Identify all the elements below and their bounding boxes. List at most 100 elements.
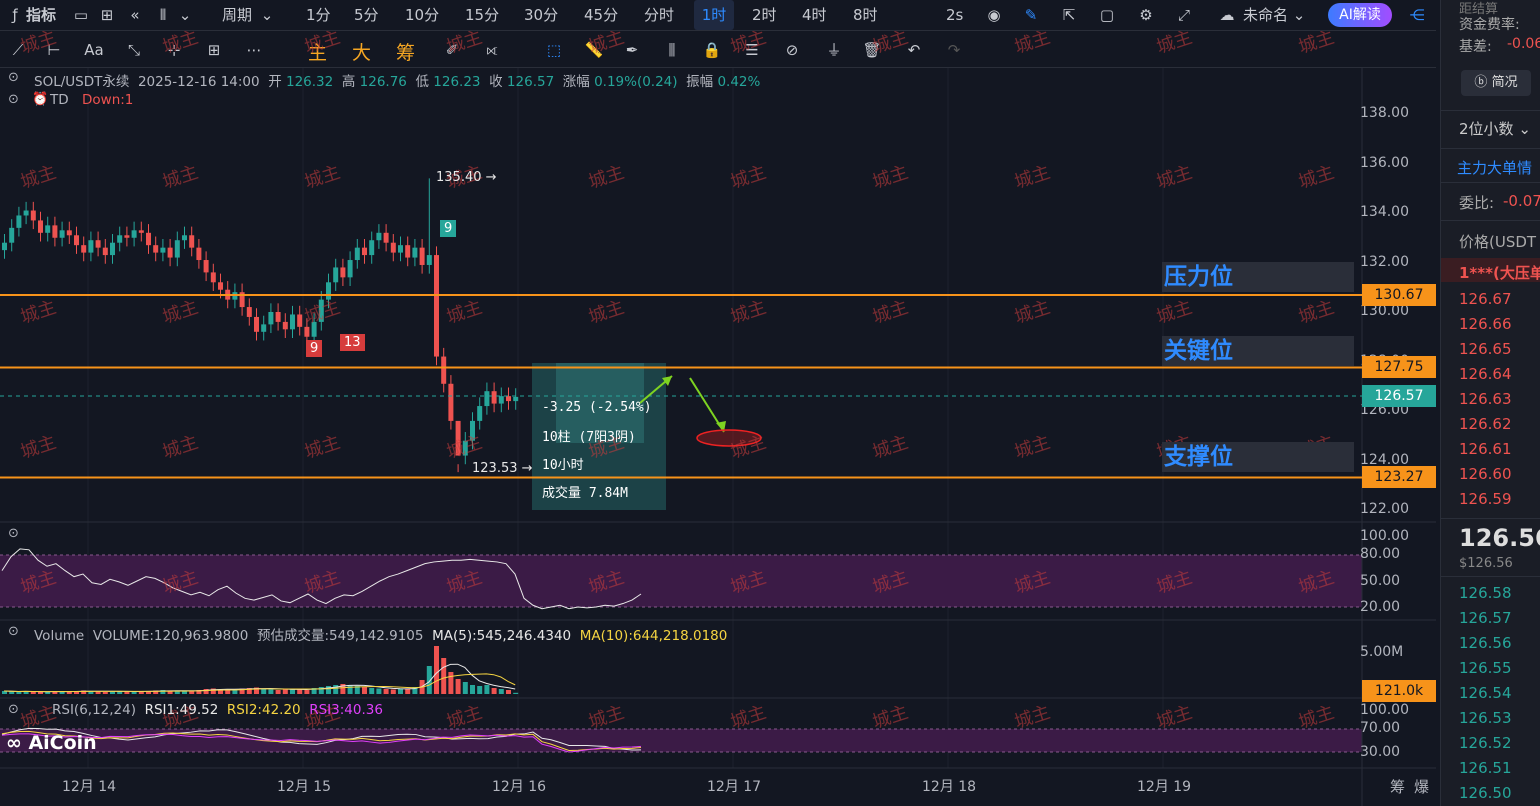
text-tool-icon[interactable]: Aa (84, 40, 104, 60)
candle-body (95, 240, 101, 248)
indicators-button[interactable]: 指标 (26, 0, 56, 30)
liquidation-button[interactable]: 爆 (1414, 776, 1429, 797)
candle-body (333, 267, 339, 283)
interval-1m[interactable]: 1分 (306, 0, 331, 30)
interval-1h[interactable]: 1时 (694, 0, 734, 30)
pencil-icon[interactable]: ✎ (1022, 6, 1040, 24)
volume-bar (455, 679, 461, 694)
plus-box-icon[interactable]: ⊞ (204, 40, 224, 60)
big-order-toggle[interactable]: 大 (352, 38, 371, 65)
ask-price[interactable]: 126.64 (1459, 365, 1512, 383)
collapse-icon[interactable]: ⊙ (8, 70, 19, 85)
candle-body (318, 299, 324, 322)
chip-button[interactable]: 筹 (1390, 776, 1405, 797)
brief-button[interactable]: ⓑ 简况 (1461, 70, 1531, 96)
settings-icon[interactable]: ⚙ (1137, 6, 1155, 24)
interval-45m[interactable]: 45分 (584, 0, 618, 30)
candle-body (376, 232, 382, 241)
ask-price[interactable]: 126.66 (1459, 315, 1512, 333)
chart-type-icon[interactable]: ⫴ (154, 6, 172, 24)
interval-15m[interactable]: 15分 (465, 0, 499, 30)
volume-bar (138, 691, 144, 694)
more-icon[interactable]: ⋯ (244, 40, 264, 60)
rewind-icon[interactable]: « (126, 6, 144, 24)
magnet-icon[interactable]: ⊘ (782, 40, 802, 60)
undo-icon[interactable]: ↶ (904, 40, 924, 60)
bid-price[interactable]: 126.55 (1459, 659, 1512, 677)
ask-price[interactable]: 126.63 (1459, 390, 1512, 408)
big-order-tab[interactable]: 主力大单情 (1457, 157, 1532, 178)
chip-toggle[interactable]: 筹 (396, 38, 415, 65)
candle-body (138, 230, 144, 233)
candle-body (383, 232, 389, 243)
collapse-icon[interactable]: ⊙ (8, 92, 19, 107)
bid-price[interactable]: 126.52 (1459, 734, 1512, 752)
bid-price[interactable]: 126.54 (1459, 684, 1512, 702)
bid-price[interactable]: 126.51 (1459, 759, 1512, 777)
candles-icon[interactable]: ⫼ (662, 40, 682, 60)
interval-2h[interactable]: 2时 (752, 0, 777, 30)
ai-interpret-button[interactable]: AI解读 (1328, 3, 1392, 27)
indicator-icon[interactable]: ƒ (6, 6, 24, 24)
bid-price[interactable]: 126.56 (1459, 634, 1512, 652)
alert-icon[interactable]: ▢ (1098, 6, 1116, 24)
time-axis-label: 12月 16 (492, 779, 547, 795)
filter-icon[interactable]: ⏚ (824, 40, 844, 60)
candle-body (347, 260, 353, 278)
redo-icon[interactable]: ↷ (944, 40, 964, 60)
layout-name-dropdown[interactable]: 未命名 (1243, 0, 1288, 30)
horizontal-line-icon[interactable]: ⊢ (44, 40, 64, 60)
cursor-icon[interactable]: ⬚ (544, 40, 564, 60)
share-nodes-icon[interactable]: ⋲ (1408, 6, 1426, 24)
lock-icon[interactable]: 🔒 (702, 40, 722, 60)
crosshair-icon[interactable]: ⊹ (164, 40, 184, 60)
interval-30m[interactable]: 30分 (524, 0, 558, 30)
volume-bar (9, 691, 15, 694)
candle-body (434, 255, 439, 357)
collapse-icon[interactable]: ⊙ (8, 624, 19, 639)
interval-5m[interactable]: 5分 (354, 0, 379, 30)
candle-body (182, 235, 187, 241)
decimals-dropdown[interactable]: 2位小数 ⌄ (1459, 118, 1531, 139)
chevron-down-icon: ⌄ (260, 6, 274, 24)
collapse-icon[interactable]: ⊙ (8, 702, 19, 717)
ask-price[interactable]: 126.62 (1459, 415, 1512, 433)
ask-price[interactable]: 126.61 (1459, 440, 1512, 458)
camera-icon[interactable]: ◉ (985, 6, 1003, 24)
brush-icon[interactable]: ✒ (622, 40, 642, 60)
ask-price[interactable]: 126.59 (1459, 490, 1512, 508)
interval-4h[interactable]: 4时 (802, 0, 827, 30)
fullscreen-icon[interactable]: ⤢ (1175, 6, 1193, 24)
support-price-tag: 123.27 (1362, 466, 1436, 488)
bid-price[interactable]: 126.58 (1459, 584, 1512, 602)
share-icon[interactable]: ⇱ (1060, 6, 1078, 24)
ask-price[interactable]: 126.65 (1459, 340, 1512, 358)
candle-body (210, 272, 216, 283)
ray-icon[interactable]: ⤡ (124, 40, 144, 60)
collapse-icon[interactable]: ⊙ (8, 526, 19, 541)
draw-select-icon[interactable]: ✐ (442, 40, 462, 60)
main-indicator-toggle[interactable]: 主 (308, 38, 327, 65)
interval-8h[interactable]: 8时 (853, 0, 878, 30)
period-dropdown[interactable]: 周期 (222, 0, 252, 30)
chart-area[interactable]: 城主 城主 城主 城主 城主 城主 城主 城主 城主 城主 城主 城主 城主 城主 城主 城主 城主 城主 城主 城主… (0, 27, 1436, 806)
calendar-icon[interactable]: ▭ (72, 6, 90, 24)
chart-canvas[interactable] (0, 68, 1436, 806)
bid-price[interactable]: 126.50 (1459, 784, 1512, 802)
trash-icon[interactable]: 🗑 (862, 40, 882, 60)
ask-price[interactable]: 126.67 (1459, 290, 1512, 308)
interval-timeline[interactable]: 分时 (644, 0, 674, 30)
bid-price[interactable]: 126.57 (1459, 609, 1512, 627)
edit-list-icon[interactable]: ☰ (742, 40, 762, 60)
trend-line-icon[interactable]: ⟋ (8, 40, 28, 60)
measure-icon[interactable]: ⟖ (482, 40, 502, 60)
bid-price[interactable]: 126.53 (1459, 709, 1512, 727)
cloud-icon[interactable]: ☁ (1218, 6, 1236, 24)
interval-10m[interactable]: 10分 (405, 0, 439, 30)
support-label: 支撑位 (1162, 442, 1354, 472)
ask-price[interactable]: 126.60 (1459, 465, 1512, 483)
refresh-speed[interactable]: 2s (946, 0, 963, 30)
chevron-down-icon[interactable]: ⌄ (176, 6, 194, 24)
grid-icon[interactable]: ⊞ (98, 6, 116, 24)
ruler-icon[interactable]: 📏 (584, 40, 604, 60)
